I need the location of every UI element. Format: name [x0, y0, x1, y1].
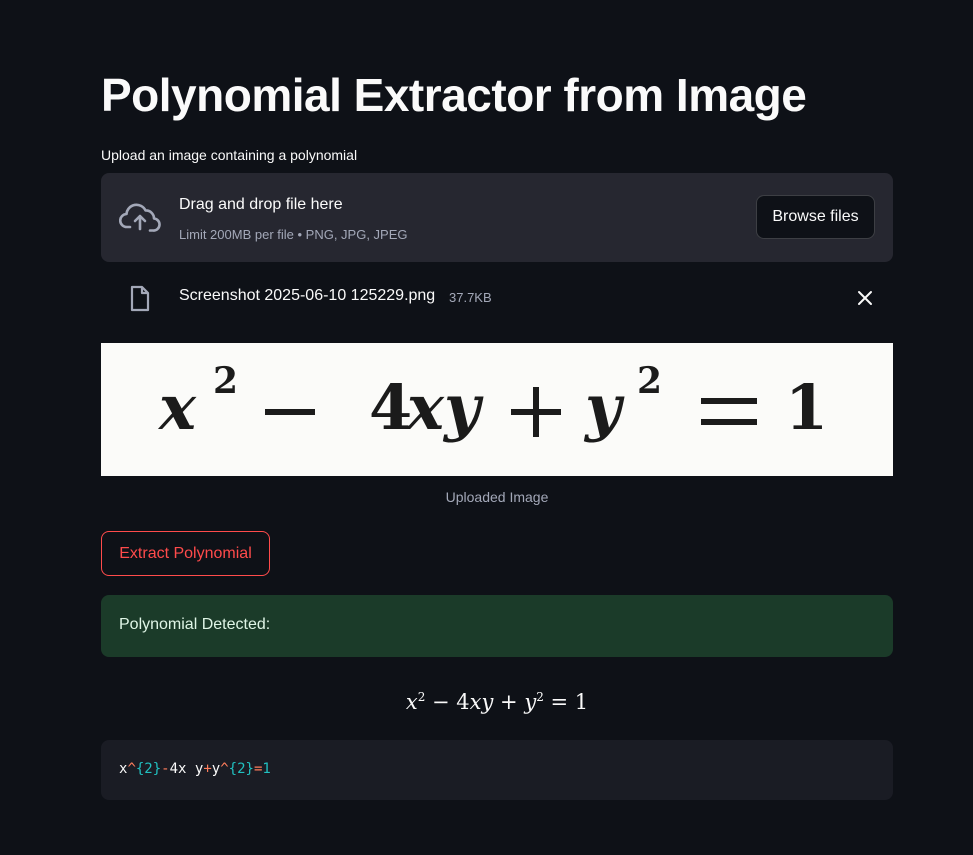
page-title: Polynomial Extractor from Image	[101, 69, 807, 121]
browse-files-button[interactable]: Browse files	[756, 195, 875, 239]
svg-text:1: 1	[785, 371, 828, 444]
extract-polynomial-button[interactable]: Extract Polynomial	[101, 531, 270, 576]
latex-code-block: x^{2}-4x y+y^{2}=1	[101, 740, 893, 800]
latex-exponent: 2	[536, 690, 544, 704]
code-token: y	[211, 761, 221, 777]
image-caption: Uploaded Image	[445, 489, 549, 505]
code-token: ^	[220, 761, 229, 777]
code-line: x^{2}-4x y+y^{2}=1	[119, 761, 271, 777]
code-token: 1	[262, 761, 271, 777]
latex-term: x	[405, 690, 418, 714]
equation-image: x 2 4 xy y 2 1	[157, 360, 828, 444]
uploaded-file-row: Screenshot 2025-06-10 125229.png 37.7KB	[101, 278, 893, 318]
latex-term: y	[524, 690, 537, 714]
file-icon	[130, 285, 150, 312]
close-icon[interactable]	[857, 290, 873, 306]
latex-operator: +	[493, 690, 525, 714]
success-alert: Polynomial Detected:	[101, 595, 893, 657]
svg-text:x: x	[157, 371, 197, 444]
file-dropzone[interactable]: Drag and drop file here Limit 200MB per …	[101, 173, 893, 262]
code-token: {2}	[228, 761, 254, 777]
code-token: {2}	[135, 761, 162, 777]
svg-text:2: 2	[213, 360, 238, 402]
uploader-label: Upload an image containing a polynomial	[101, 147, 358, 163]
svg-text:2: 2	[637, 360, 662, 402]
latex-term: xy	[469, 690, 494, 714]
rendered-polynomial: x2 − 4xy + y2 = 1	[101, 690, 893, 714]
uploaded-image: x 2 4 xy y 2 1	[101, 343, 893, 476]
code-token: ^	[127, 761, 136, 777]
code-token: 4x y	[169, 761, 204, 777]
svg-text:y: y	[583, 371, 625, 444]
svg-text:xy: xy	[405, 371, 484, 444]
file-name: Screenshot 2025-06-10 125229.png	[179, 287, 436, 304]
dropzone-title: Drag and drop file here	[179, 196, 343, 213]
cloud-upload-icon	[119, 203, 161, 232]
svg-text:4: 4	[369, 371, 412, 444]
latex-rhs: = 1	[543, 690, 589, 714]
code-token: -	[161, 761, 170, 777]
dropzone-limits: Limit 200MB per file • PNG, JPG, JPEG	[179, 227, 408, 242]
success-message: Polynomial Detected:	[119, 616, 271, 633]
latex-operator: − 4	[425, 690, 470, 714]
code-token: +	[203, 761, 212, 777]
file-size: 37.7KB	[449, 290, 492, 305]
